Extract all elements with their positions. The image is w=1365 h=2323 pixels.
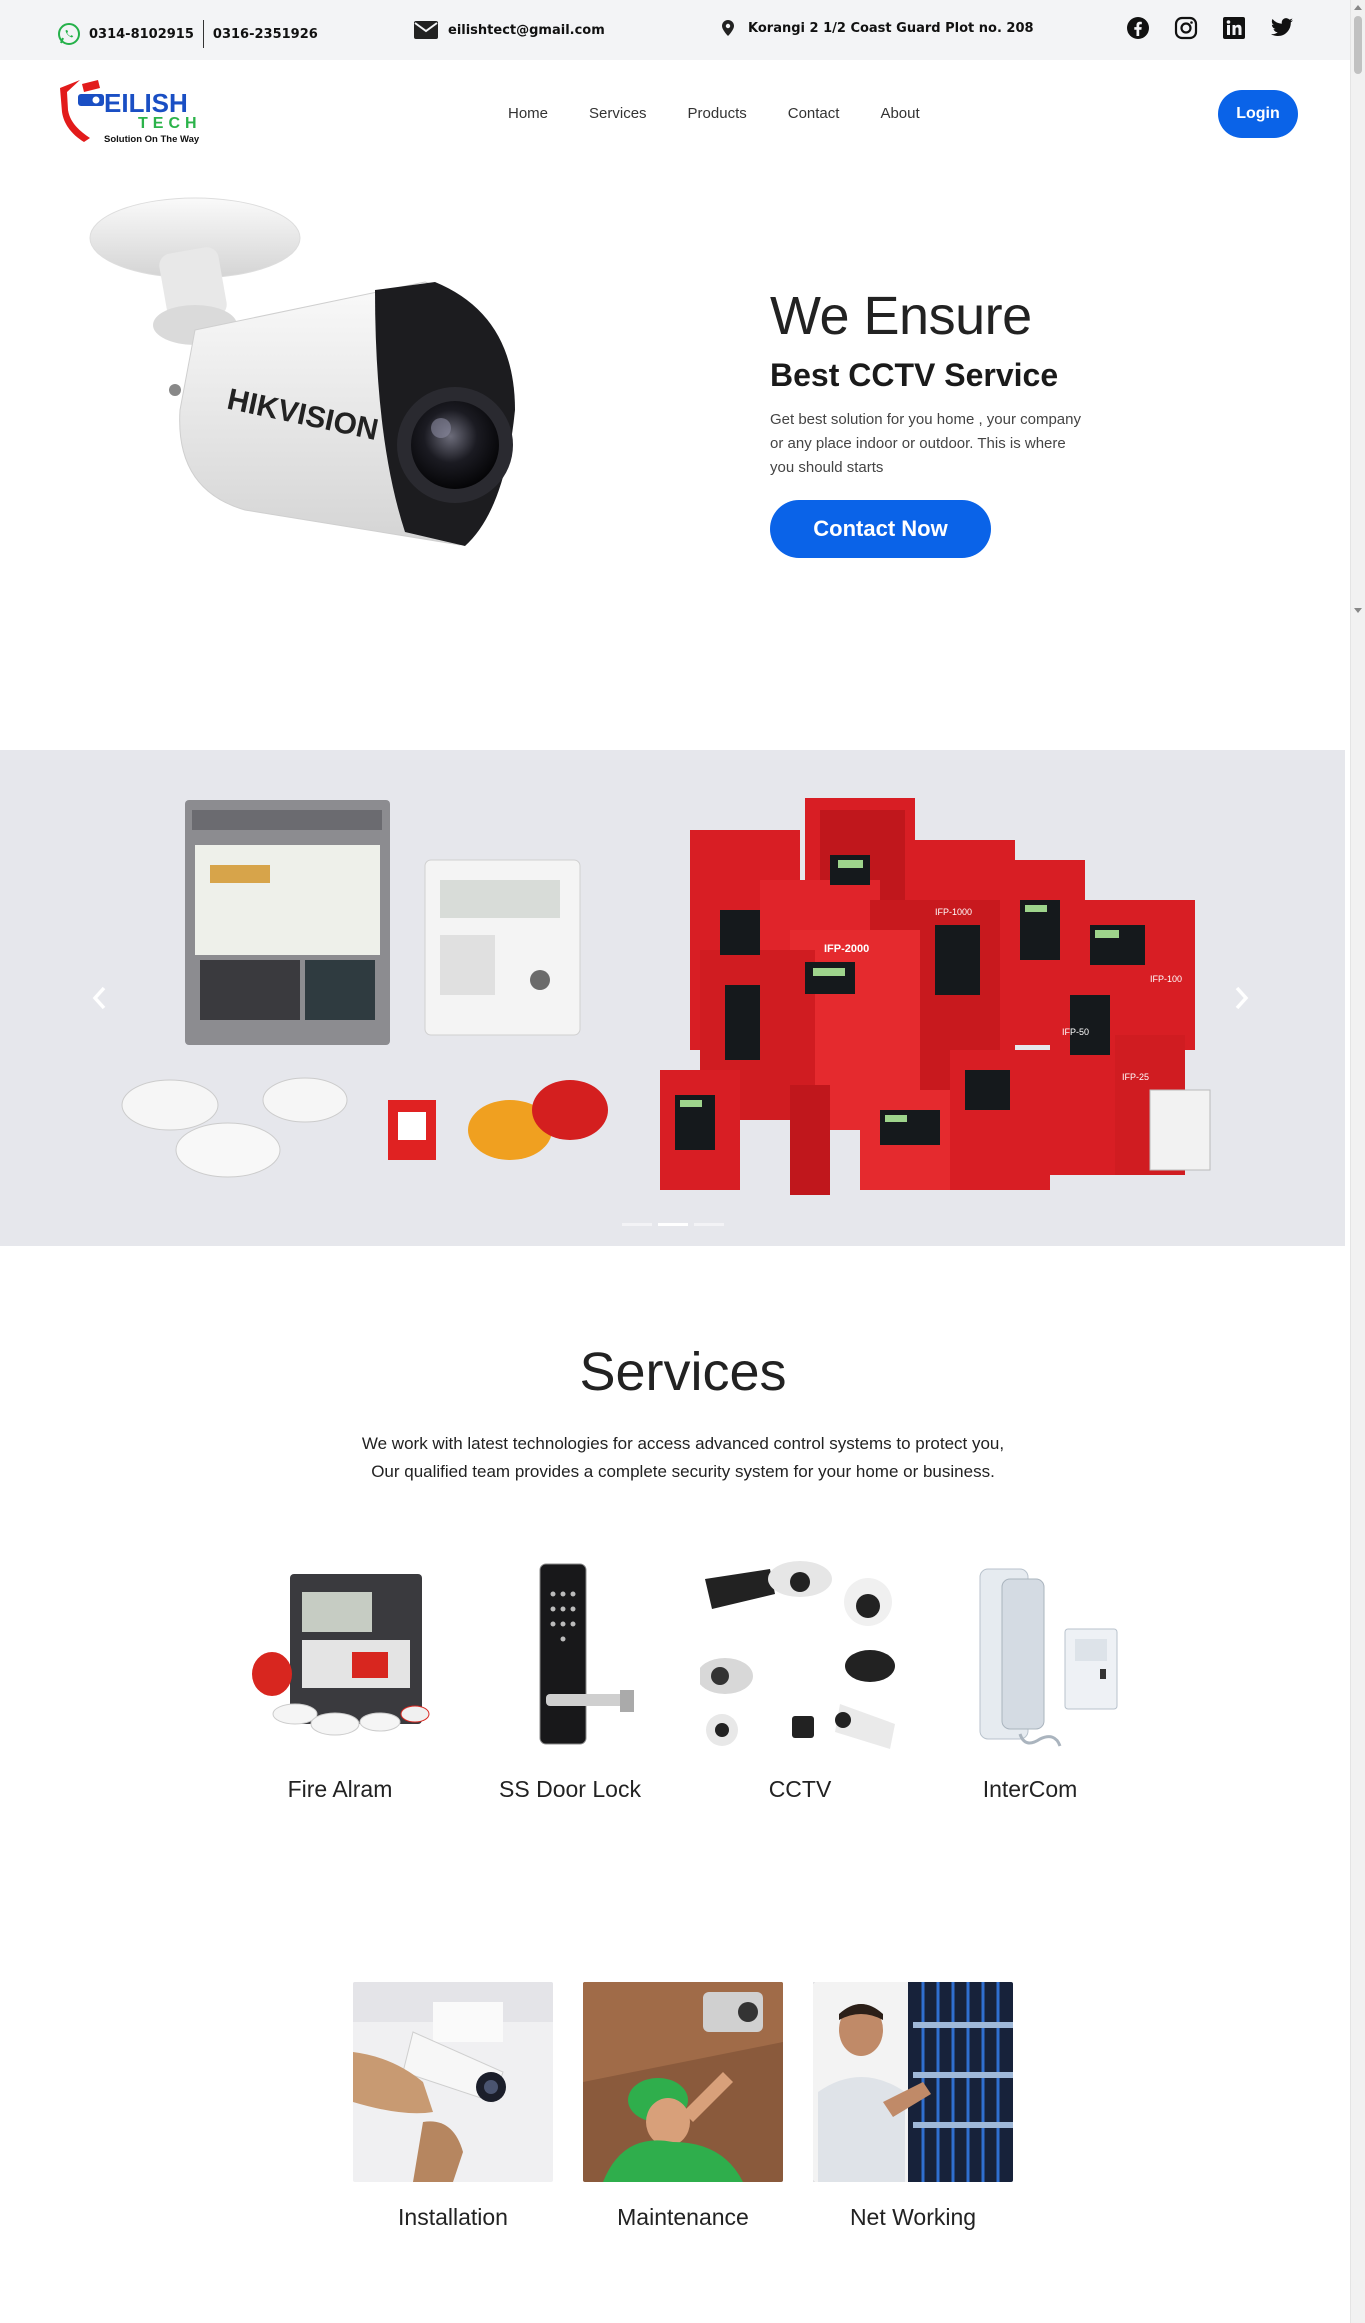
service-card-installation[interactable]: Installation <box>353 1982 553 2231</box>
divider <box>202 20 204 48</box>
twitter-icon[interactable] <box>1269 15 1295 41</box>
phone-number-2[interactable]: 0316-2351926 <box>213 27 318 42</box>
offering-services-row: Installation Maintenance Net Working <box>353 1982 1013 2231</box>
main-navbar: EILISH TECH Solution On The Way Home Ser… <box>0 60 1350 170</box>
service-card-door-lock[interactable]: SS Door Lock <box>470 1554 670 1803</box>
linkedin-icon[interactable] <box>1221 15 1247 41</box>
address-contact: Korangi 2 1/2 Coast Guard Plot no. 208 <box>722 20 1034 36</box>
instagram-icon[interactable] <box>1173 15 1199 41</box>
carousel-next-chevron-icon[interactable] <box>1229 982 1253 1014</box>
email-address[interactable]: eilishtect@gmail.com <box>448 23 605 38</box>
panel-label-5: IFP-100 <box>1150 974 1182 984</box>
scroll-down-arrow-icon[interactable] <box>1354 608 1362 613</box>
carousel-indicator-3[interactable] <box>694 1223 724 1226</box>
panel-label-2: IFP-1000 <box>935 907 972 917</box>
hero-description: Get best solution for you home , your co… <box>770 411 1081 476</box>
service-label-door-lock: SS Door Lock <box>499 1776 641 1802</box>
fire-alarm-panels-image: IFP-2000 IFP-1000 IFP-50 IFP-25 IFP-100 <box>0 750 1345 1246</box>
nav-link-services[interactable]: Services <box>589 105 647 122</box>
social-links <box>1125 15 1295 41</box>
product-services-row: Fire Alram SS Door Lock CCTV InterCom <box>240 1554 1130 1803</box>
installation-image <box>353 1982 553 2182</box>
contact-now-button[interactable]: Contact Now <box>770 500 991 558</box>
whatsapp-icon <box>57 22 81 46</box>
door-lock-image <box>470 1554 670 1754</box>
carousel-indicator-1[interactable] <box>622 1223 652 1226</box>
maintenance-image <box>583 1982 783 2182</box>
service-label-networking: Net Working <box>849 2204 977 2230</box>
service-card-networking[interactable]: Net Working <box>813 1982 1013 2231</box>
nav-link-home[interactable]: Home <box>508 105 548 122</box>
service-label-cctv: CCTV <box>768 1776 832 1802</box>
panel-label-3: IFP-50 <box>1062 1027 1089 1037</box>
hero-title: We Ensure <box>770 286 1032 346</box>
facebook-icon[interactable] <box>1125 15 1151 41</box>
address-text: Korangi 2 1/2 Coast Guard Plot no. 208 <box>748 20 1034 36</box>
scrollbar-thumb[interactable] <box>1354 16 1362 74</box>
panel-label-1: IFP-2000 <box>824 943 869 955</box>
carousel-prev-chevron-icon[interactable] <box>88 982 112 1014</box>
service-label-intercom: InterCom <box>982 1776 1078 1802</box>
map-pin-icon <box>722 20 734 36</box>
service-label-fire-alarm: Fire Alram <box>287 1776 393 1802</box>
page-scrollbar[interactable] <box>1350 0 1365 2323</box>
cctv-cameras-image <box>700 1554 900 1754</box>
product-carousel: IFP-2000 IFP-1000 IFP-50 IFP-25 IFP-100 <box>0 750 1345 1246</box>
services-description: We work with latest technologies for acc… <box>0 1430 1365 1486</box>
hero-subtitle: Best CCTV Service <box>770 357 1059 393</box>
scroll-up-arrow-icon[interactable] <box>1354 5 1362 10</box>
hero-text-block: We Ensure Best CCTV Service Get best sol… <box>770 285 1090 558</box>
hero-section: HIKVISION We Ensure Best CCTV Service Ge… <box>0 170 1350 750</box>
fire-alarm-image <box>240 1554 440 1754</box>
top-contact-bar: 0314-8102915 0316-2351926 eilishtect@gma… <box>0 0 1350 60</box>
service-label-maintenance: Maintenance <box>617 2204 749 2230</box>
phone-number-1[interactable]: 0314-8102915 <box>89 27 194 42</box>
nav-links: Home Services Products Contact About <box>508 105 961 122</box>
panel-label-4: IFP-25 <box>1122 1072 1149 1082</box>
services-description-line-2: Our qualified team provides a complete s… <box>371 1462 995 1481</box>
email-contact: eilishtect@gmail.com <box>413 20 605 40</box>
cctv-camera-image: HIKVISION <box>75 190 585 610</box>
nav-link-products[interactable]: Products <box>688 105 747 122</box>
service-card-fire-alarm[interactable]: Fire Alram <box>240 1554 440 1803</box>
carousel-indicator-2[interactable] <box>658 1223 688 1226</box>
service-card-intercom[interactable]: InterCom <box>930 1554 1130 1803</box>
services-title: Services <box>579 1342 787 1402</box>
eilish-tech-logo[interactable]: EILISH TECH Solution On The Way <box>58 78 208 150</box>
logo-text-eilish: EILISH <box>104 88 188 118</box>
phone-contact: 0314-8102915 0316-2351926 <box>57 20 318 48</box>
intercom-image <box>930 1554 1130 1754</box>
nav-link-about[interactable]: About <box>880 105 919 122</box>
carousel-indicators <box>622 1223 724 1226</box>
service-label-installation: Installation <box>398 2204 508 2230</box>
networking-image <box>813 1982 1013 2182</box>
login-button[interactable]: Login <box>1218 90 1298 138</box>
logo-text-tech: TECH <box>138 115 202 132</box>
service-card-cctv[interactable]: CCTV <box>700 1554 900 1803</box>
envelope-icon <box>413 20 439 40</box>
logo-tagline: Solution On The Way <box>104 134 200 145</box>
nav-link-contact[interactable]: Contact <box>788 105 840 122</box>
services-description-line-1: We work with latest technologies for acc… <box>361 1434 1005 1453</box>
service-card-maintenance[interactable]: Maintenance <box>583 1982 783 2231</box>
